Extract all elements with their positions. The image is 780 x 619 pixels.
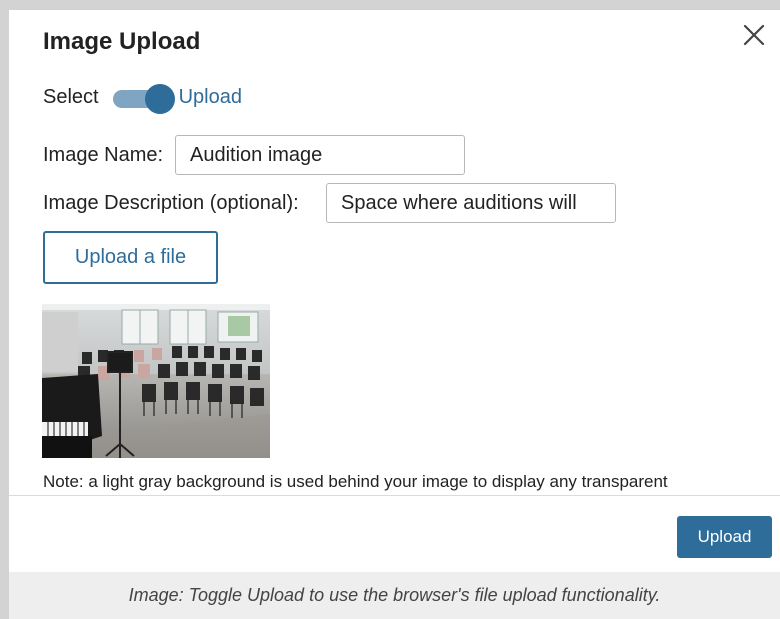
- upload-button[interactable]: Upload: [677, 516, 772, 558]
- dialog-title: Image Upload: [43, 28, 201, 55]
- image-caption: Image: Toggle Upload to use the browser'…: [128, 585, 661, 605]
- image-description-label: Image Description (optional):: [43, 192, 299, 214]
- image-name-input[interactable]: [175, 135, 465, 175]
- frame-border-left: [0, 0, 9, 619]
- toggle-label-select: Select: [43, 85, 99, 108]
- select-upload-toggle[interactable]: [112, 83, 175, 114]
- image-upload-dialog: Image Upload Select Upload Image Name: I…: [9, 10, 780, 572]
- toggle-label-upload: Upload: [178, 85, 242, 108]
- source-toggle-row: Select Upload: [43, 82, 242, 114]
- image-name-label: Image Name:: [43, 144, 164, 166]
- caption-bar: Image: Toggle Upload to use the browser'…: [9, 572, 780, 619]
- close-icon[interactable]: [742, 23, 766, 47]
- image-preview: [42, 304, 270, 458]
- frame-border-top: [0, 0, 780, 10]
- toggle-knob: [144, 84, 175, 114]
- upload-a-file-button[interactable]: Upload a file: [43, 231, 218, 284]
- transparency-note: Note: a light gray background is used be…: [43, 472, 668, 491]
- footer-divider: [9, 495, 780, 496]
- image-description-input[interactable]: [326, 183, 616, 223]
